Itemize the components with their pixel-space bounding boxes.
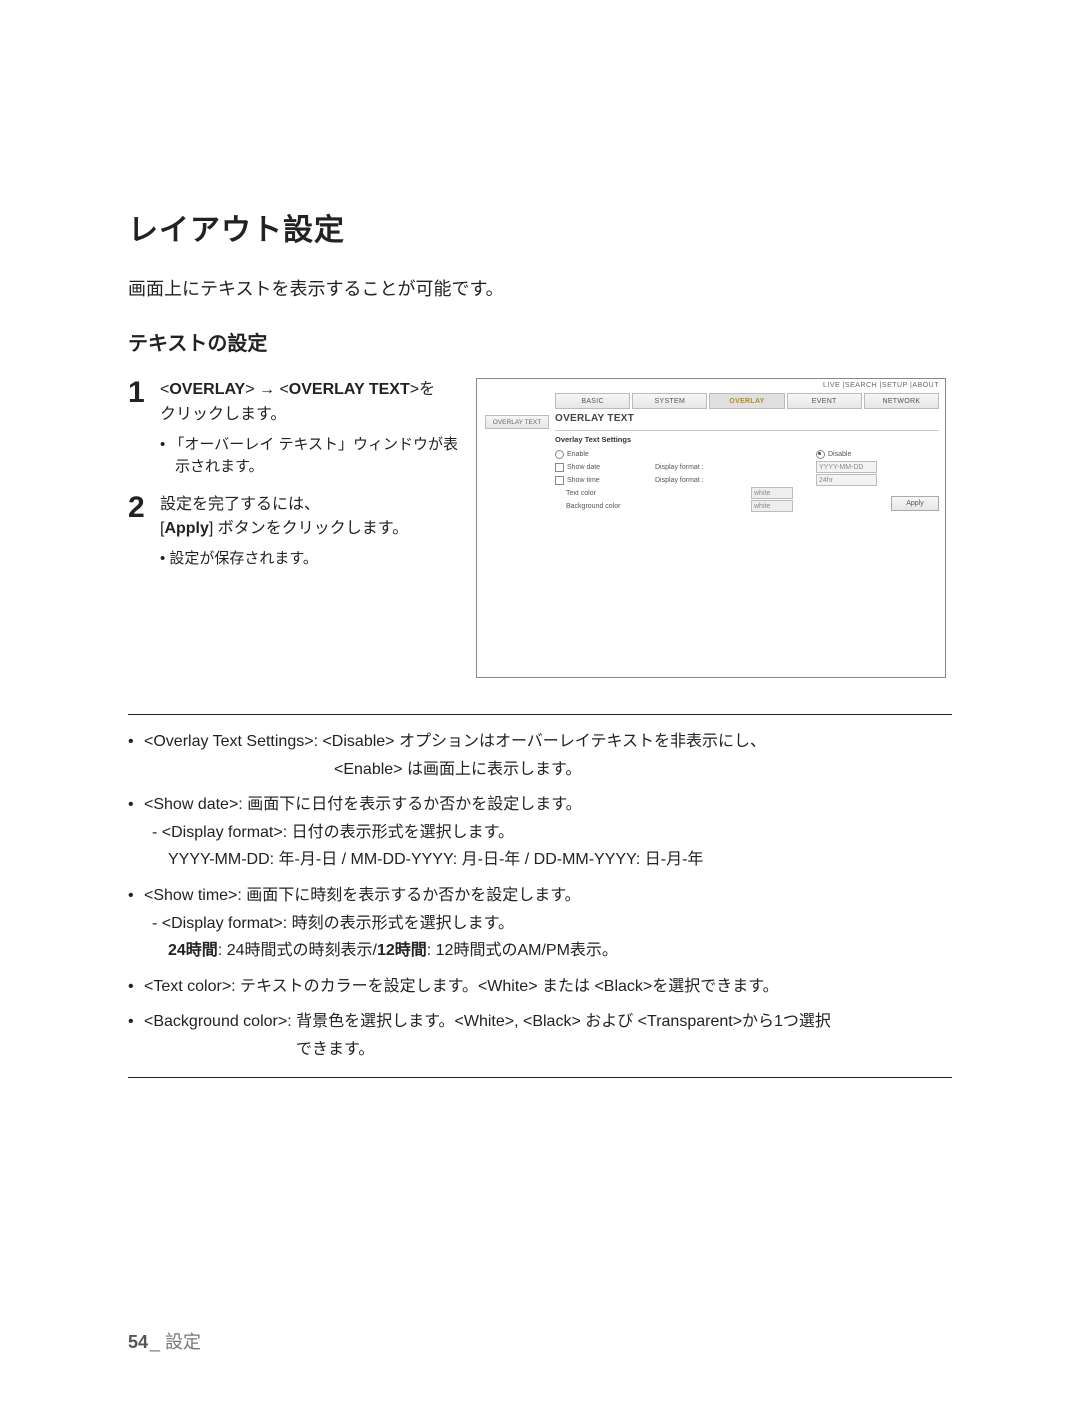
lead-text: 画面上にテキストを表示することが可能です。 [128, 275, 952, 301]
show-time-checkbox[interactable] [555, 476, 564, 485]
top-nav: LIVE |SEARCH |SETUP |ABOUT [823, 382, 939, 389]
display-format-label: Display format : [655, 477, 740, 484]
display-format-label: Display format : [655, 464, 740, 471]
definition-list: • <Overlay Text Settings>: <Disable> オプシ… [128, 729, 952, 1063]
enable-radio[interactable] [555, 450, 564, 459]
def-show-time-formats: 24時間: 24時間式の時刻表示/12時間: 12時間式のAM/PM表示。 [168, 938, 952, 964]
footer-label: 設定 [165, 1332, 201, 1352]
date-format-select[interactable]: YYYY-MM-DD [816, 461, 877, 473]
tab-system[interactable]: SYSTEM [632, 393, 707, 409]
tab-bar: BASIC SYSTEM OVERLAY EVENT NETWORK [555, 393, 939, 407]
def-bg-color: <Background color>: 背景色を選択します。<White>, <… [144, 1009, 952, 1035]
key-overlay: OVERLAY [169, 381, 245, 398]
def-bg-color-2: できます。 [144, 1037, 952, 1063]
def-overlay-settings-2: <Enable> は画面上に表示します。 [144, 757, 952, 783]
apply-button[interactable]: Apply [891, 496, 939, 511]
tab-network[interactable]: NETWORK [864, 393, 939, 409]
text-color-select[interactable]: white [751, 487, 793, 499]
section-title: レイアウト設定 [128, 205, 952, 249]
page-footer: 54_ 設定 [128, 1328, 201, 1354]
t: クリックします。 [160, 406, 286, 423]
show-date-label: Show date [567, 464, 600, 471]
key-apply: Apply [164, 520, 208, 537]
def-show-time: <Show time>: 画面下に時刻を表示するか否かを設定します。 [144, 883, 952, 909]
step-number: 1 [128, 378, 150, 481]
t: >を [410, 381, 435, 398]
t: > → < [245, 381, 289, 398]
step-1-note: 「オーバーレイ テキスト」ウィンドウが表示されます。 [160, 434, 458, 479]
key-overlay-text: OVERLAY TEXT [289, 381, 410, 398]
divider [128, 1077, 952, 1078]
disable-label: Disable [828, 451, 851, 458]
step-list: 1 <OVERLAY> → <OVERLAY TEXT>を クリックします。 「… [128, 378, 458, 585]
show-date-checkbox[interactable] [555, 463, 564, 472]
text-color-label: Text color [555, 490, 666, 497]
footer-sep: _ [150, 1332, 165, 1352]
tab-basic[interactable]: BASIC [555, 393, 630, 409]
step-2: 2 設定を完了するには、 [Apply] ボタンをクリックします。 設定が保存さ… [128, 493, 458, 573]
t: < [160, 381, 169, 398]
t: ] ボタンをクリックします。 [209, 520, 408, 537]
def-show-date: <Show date>: 画面下に日付を表示するか否かを設定します。 [144, 792, 952, 818]
sidebar-overlay-text-button[interactable]: OVERLAY TEXT [485, 415, 549, 429]
page-number: 54 [128, 1332, 148, 1352]
panel-title: OVERLAY TEXT [555, 413, 939, 424]
bg-color-label: Background color [555, 503, 666, 510]
step-number: 2 [128, 493, 150, 573]
subsection-title: テキストの設定 [128, 327, 952, 356]
def-show-time-format: - <Display format>: 時刻の表示形式を選択します。 [152, 911, 952, 937]
overlay-text-window: LIVE |SEARCH |SETUP |ABOUT BASIC SYSTEM … [476, 378, 946, 678]
t: 設定を完了するには、 [160, 496, 320, 513]
def-show-date-formats: YYYY-MM-DD: 年-月-日 / MM-DD-YYYY: 月-日-年 / … [168, 847, 952, 873]
step-1: 1 <OVERLAY> → <OVERLAY TEXT>を クリックします。 「… [128, 378, 458, 481]
def-show-date-format: - <Display format>: 日付の表示形式を選択します。 [152, 820, 952, 846]
show-time-label: Show time [567, 477, 600, 484]
enable-label: Enable [567, 451, 589, 458]
def-overlay-settings: <Overlay Text Settings>: <Disable> オプション… [144, 729, 952, 755]
settings-group-title: Overlay Text Settings [555, 430, 939, 444]
def-text-color: <Text color>: テキストのカラーを設定します。<White> または… [144, 974, 952, 1000]
screenshot: LIVE |SEARCH |SETUP |ABOUT BASIC SYSTEM … [476, 378, 952, 678]
divider [128, 714, 952, 715]
time-format-select[interactable]: 24hr [816, 474, 877, 486]
tab-event[interactable]: EVENT [787, 393, 862, 409]
tab-overlay[interactable]: OVERLAY [709, 393, 784, 409]
step-2-note: 設定が保存されます。 [160, 548, 408, 571]
disable-radio[interactable] [816, 450, 825, 459]
bg-color-select[interactable]: white [751, 500, 793, 512]
